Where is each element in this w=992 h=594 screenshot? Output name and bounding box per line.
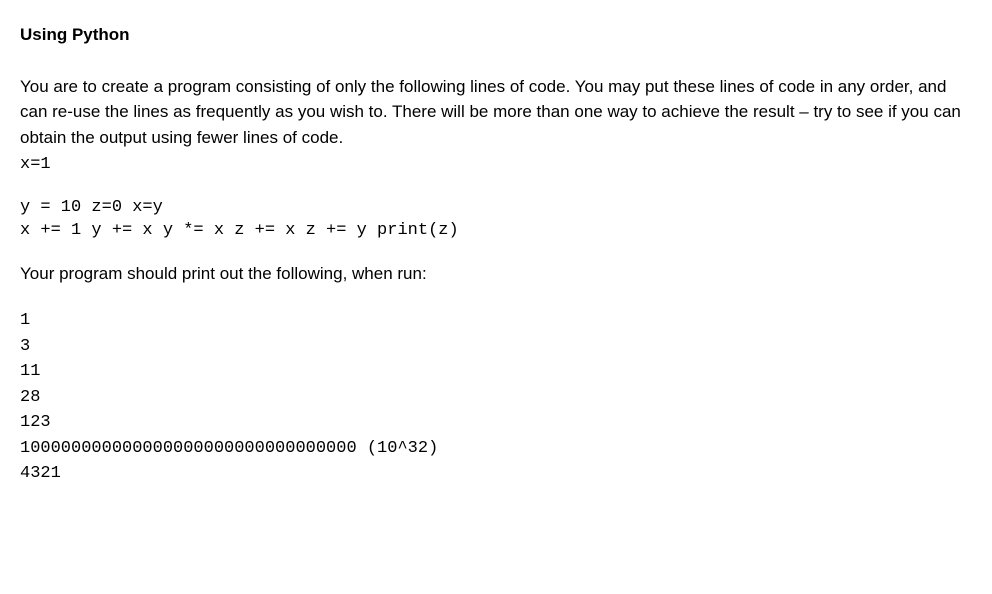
output-line-2: 3 — [20, 334, 972, 360]
output-line-6: 100000000000000000000000000000000 (10^32… — [20, 436, 972, 462]
output-instruction: Your program should print out the follow… — [20, 261, 972, 287]
expected-output: 1 3 11 28 123 10000000000000000000000000… — [20, 308, 972, 487]
code-block: y = 10 z=0 x=y x += 1 y += x y *= x z +=… — [20, 197, 972, 243]
output-line-5: 123 — [20, 410, 972, 436]
output-line-7: 4321 — [20, 461, 972, 487]
document-title: Using Python — [20, 22, 972, 48]
output-line-4: 28 — [20, 385, 972, 411]
code-line-2: y = 10 z=0 x=y — [20, 197, 972, 220]
intro-paragraph: You are to create a program consisting o… — [20, 74, 972, 151]
code-line-3: x += 1 y += x y *= x z += x z += y print… — [20, 220, 972, 243]
output-line-3: 11 — [20, 359, 972, 385]
code-line-initial: x=1 — [20, 154, 972, 177]
output-line-1: 1 — [20, 308, 972, 334]
